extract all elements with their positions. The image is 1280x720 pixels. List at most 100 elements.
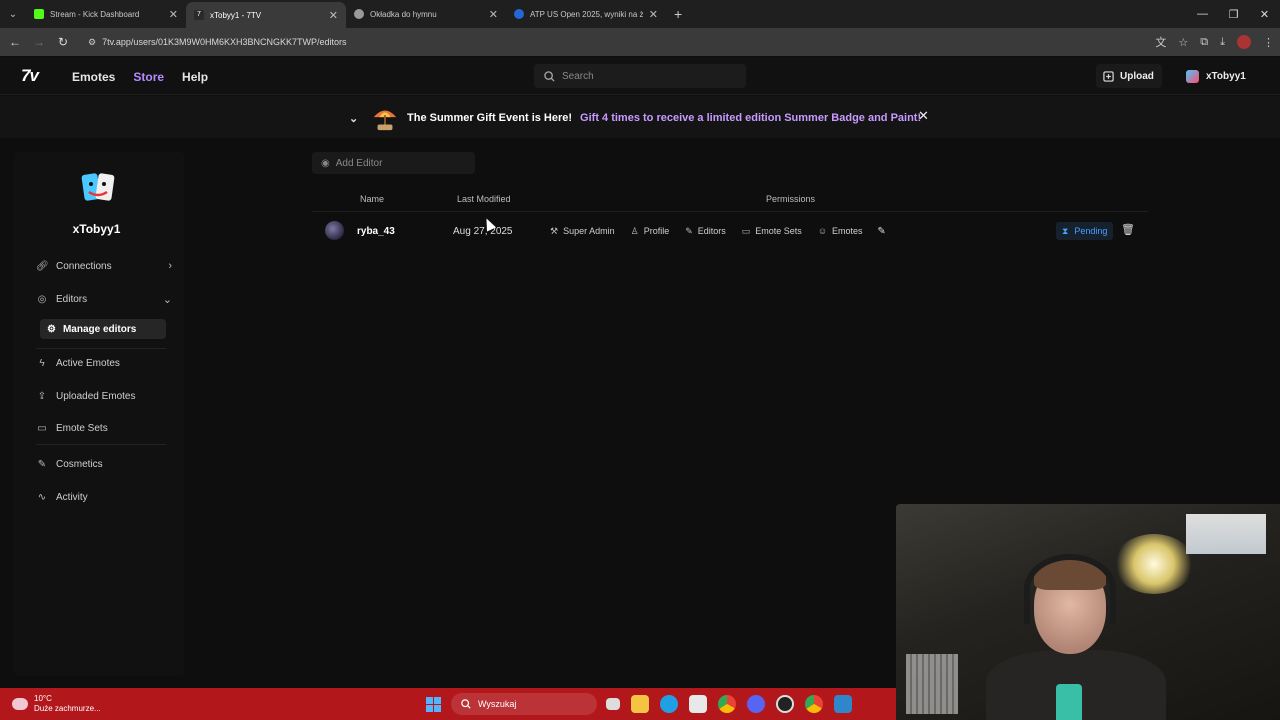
- sidebar-item-emote-sets[interactable]: ▭ Emote Sets: [36, 418, 164, 438]
- nav-emotes[interactable]: Emotes: [72, 70, 115, 84]
- tab-title: Okładka do hymnu: [370, 9, 437, 19]
- chevron-down-icon: ⌄: [162, 293, 172, 306]
- nav-help[interactable]: Help: [182, 70, 208, 84]
- permission-label: Emotes: [832, 226, 863, 236]
- sidebar-item-manage-editors[interactable]: ⚙ Manage editors: [40, 319, 166, 339]
- window-controls: — ❐ ✕: [1187, 0, 1280, 28]
- user-menu[interactable]: xTobyy1: [1186, 70, 1246, 83]
- avatar: [1186, 70, 1199, 83]
- permission-emotes[interactable]: ☺ Emotes: [812, 222, 869, 240]
- webcam-overlay: [896, 504, 1280, 720]
- tab-okladka[interactable]: Okładka do hymnu ✕: [346, 0, 506, 28]
- permission-emote-sets[interactable]: ▭ Emote Sets: [736, 222, 808, 240]
- sidebar-item-activity[interactable]: ∿ Activity: [36, 487, 164, 507]
- editor-name[interactable]: ryba_43: [357, 226, 395, 237]
- minimize-icon[interactable]: —: [1187, 8, 1218, 20]
- search-placeholder: Search: [562, 70, 594, 82]
- windows-start-icon[interactable]: [426, 697, 441, 712]
- url-field[interactable]: ⚙ 7tv.app/users/01K3M9W0HM6KXH3BNCNGKK7T…: [80, 32, 1160, 52]
- sidebar-item-label: Uploaded Emotes: [56, 390, 136, 402]
- close-tab-icon[interactable]: ✕: [169, 8, 178, 21]
- close-tab-icon[interactable]: ✕: [489, 8, 498, 21]
- url-text: 7tv.app/users/01K3M9W0HM6KXH3BNCNGKK7TWP…: [102, 37, 347, 47]
- sidebar-item-editors[interactable]: ◎ Editors ⌄: [36, 289, 172, 309]
- close-tab-icon[interactable]: ✕: [649, 8, 658, 21]
- tab-title: Stream - Kick Dashboard: [50, 9, 140, 19]
- chrome-alt-icon[interactable]: [805, 695, 823, 713]
- search-input[interactable]: Search: [534, 64, 746, 88]
- chevron-down-icon[interactable]: ⌄: [349, 112, 363, 125]
- cloud-icon: [12, 698, 28, 710]
- banner-title: The Summer Gift Event is Here!: [407, 112, 573, 124]
- profile-avatar-icon[interactable]: [1237, 35, 1251, 49]
- tab-kick-dashboard[interactable]: Stream - Kick Dashboard ✕: [26, 0, 186, 28]
- tab-7tv[interactable]: 7 xTobyy1 - 7TV ✕: [186, 2, 346, 28]
- permission-editors[interactable]: ✎ Editors: [679, 222, 732, 240]
- site-header: 7v Emotes Store Help Search Upload xToby…: [0, 57, 1280, 95]
- edge-icon[interactable]: [660, 695, 678, 713]
- app-window-icon[interactable]: [834, 695, 852, 713]
- globe-favicon-icon: [354, 9, 364, 19]
- column-last-modified[interactable]: Last Modified: [457, 194, 511, 204]
- obs-icon[interactable]: [776, 695, 794, 713]
- upload-tray-icon: ⇪: [37, 390, 47, 402]
- wrench-icon: ⚒: [550, 225, 559, 236]
- avatar[interactable]: [325, 221, 344, 240]
- taskbar-search[interactable]: Wyszukaj: [451, 693, 597, 715]
- editors-icon: ◎: [37, 293, 47, 305]
- translate-icon[interactable]: 文: [1155, 34, 1166, 50]
- nav-store[interactable]: Store: [133, 70, 164, 84]
- task-view-icon[interactable]: [606, 698, 620, 710]
- upload-button[interactable]: Upload: [1096, 64, 1162, 88]
- edit-permissions-icon[interactable]: ✎: [873, 222, 891, 240]
- sidebar-item-label: Activity: [56, 491, 88, 503]
- status-badge: ⧗ Pending: [1056, 222, 1114, 240]
- column-permissions: Permissions: [766, 194, 816, 204]
- extensions-icon[interactable]: ⧉: [1200, 36, 1208, 49]
- bolt-icon: ϟ: [39, 357, 45, 369]
- weather-widget[interactable]: 10°C Duże zachmurze...: [12, 694, 101, 714]
- close-tab-icon[interactable]: ✕: [329, 9, 338, 22]
- tab-search-icon[interactable]: ⌄: [0, 0, 26, 28]
- browser-menu-icon[interactable]: ⋮: [1263, 36, 1274, 49]
- address-bar: ← → ↻ ⚙ 7tv.app/users/01K3M9W0HM6KXH3BNC…: [0, 28, 1280, 56]
- close-window-icon[interactable]: ✕: [1249, 8, 1280, 21]
- file-explorer-icon[interactable]: [631, 695, 649, 713]
- column-name[interactable]: Name: [360, 194, 384, 204]
- taskbar-apps: [606, 695, 852, 713]
- forward-icon[interactable]: →: [27, 35, 51, 49]
- trash-icon[interactable]: 🗑︎: [1121, 223, 1135, 236]
- restore-icon[interactable]: ❐: [1218, 8, 1249, 21]
- chrome-icon[interactable]: [718, 695, 736, 713]
- discord-icon[interactable]: [747, 695, 765, 713]
- tab-atp-us-open[interactable]: ATP US Open 2025, wyniki na ż ✕: [506, 0, 666, 28]
- permission-profile[interactable]: ♙ Profile: [625, 222, 676, 240]
- download-icon[interactable]: ⤓: [1220, 36, 1225, 49]
- new-tab-icon[interactable]: +: [674, 6, 682, 22]
- permission-super-admin[interactable]: ⚒ Super Admin: [544, 222, 621, 240]
- store-icon[interactable]: [689, 695, 707, 713]
- table-row: ryba_43 Aug 27, 2025 ⚒ Super Admin ♙ Pro…: [312, 215, 1148, 247]
- add-editor-input[interactable]: ◉ Add Editor: [312, 152, 475, 174]
- 7tv-logo[interactable]: 7v: [21, 66, 39, 86]
- pencil-icon: ✎: [685, 225, 693, 236]
- divider: [36, 444, 166, 445]
- sidebar-item-cosmetics[interactable]: ✎ Cosmetics: [36, 454, 164, 474]
- bookmark-star-icon[interactable]: ☆: [1178, 36, 1188, 49]
- tab-title: ATP US Open 2025, wyniki na ż: [530, 9, 643, 19]
- kick-favicon-icon: [34, 9, 44, 19]
- status-label: Pending: [1074, 226, 1108, 236]
- sidebar-item-connections[interactable]: 🔗︎ Connections ›: [36, 256, 172, 276]
- sidebar-item-uploaded-emotes[interactable]: ⇪ Uploaded Emotes: [36, 386, 164, 406]
- back-icon[interactable]: ←: [3, 35, 27, 49]
- brush-icon: ✎: [37, 458, 47, 470]
- site-info-icon[interactable]: ⚙: [88, 37, 96, 48]
- beach-umbrella-icon: [371, 104, 399, 132]
- banner-link[interactable]: Gift 4 times to receive a limited editio…: [580, 112, 921, 124]
- avatar: [81, 170, 115, 206]
- sidebar-item-label: Active Emotes: [56, 357, 120, 369]
- sidebar-item-active-emotes[interactable]: ϟ Active Emotes: [36, 353, 164, 373]
- close-icon[interactable]: ✕: [918, 108, 929, 124]
- reload-icon[interactable]: ↻: [51, 35, 75, 49]
- activity-icon: ∿: [37, 491, 47, 503]
